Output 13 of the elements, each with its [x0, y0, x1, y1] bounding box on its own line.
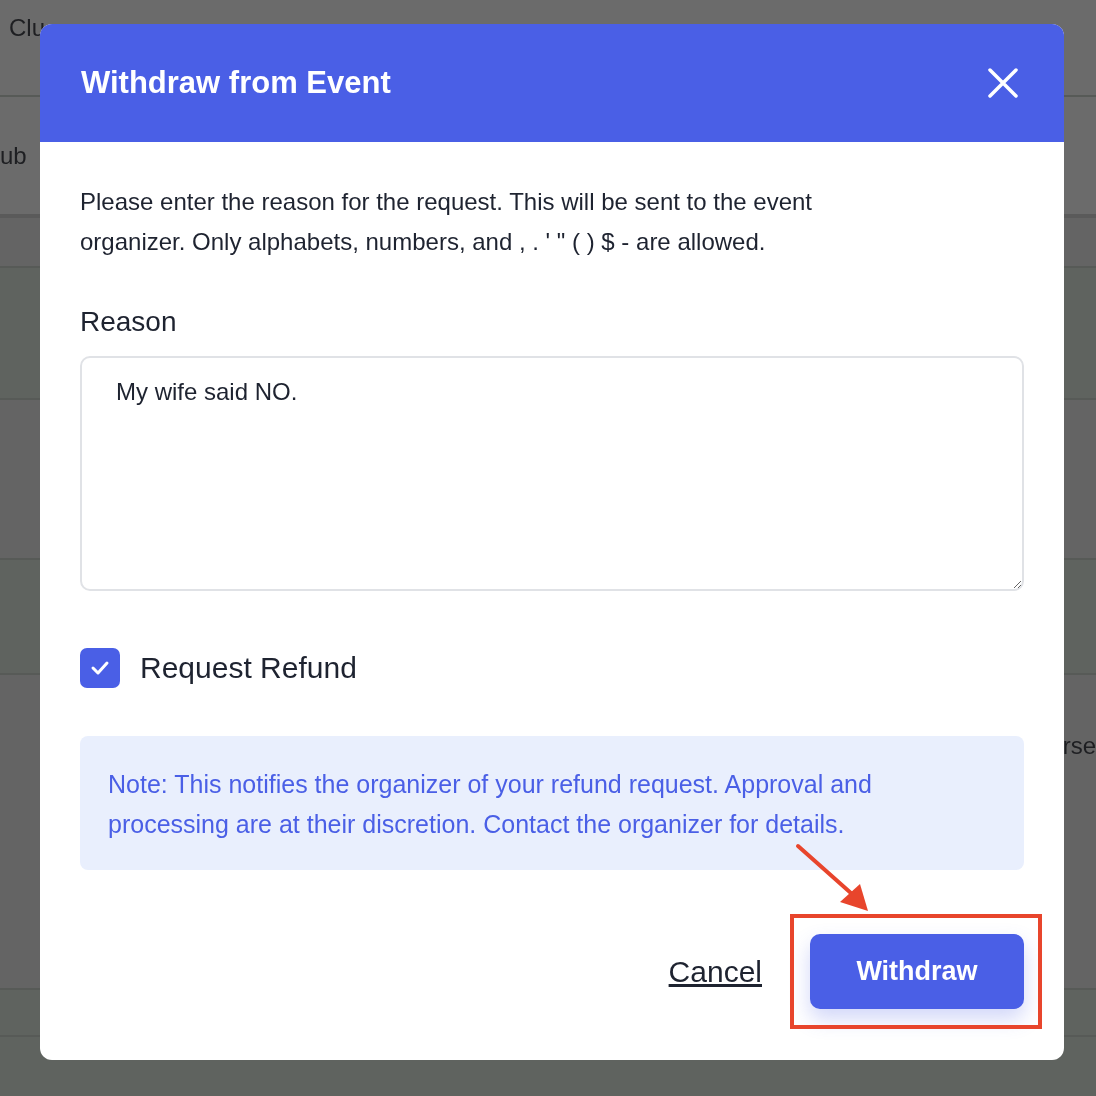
background-text: rse: [1062, 732, 1096, 761]
refund-checkbox[interactable]: [80, 648, 120, 688]
note-text: Note: This notifies the organizer of your refund request. Approval and processing are at their discretion. Contact the organizer for details.: [80, 736, 1024, 870]
withdraw-button[interactable]: Withdraw: [810, 934, 1024, 1009]
cancel-link[interactable]: Cancel: [668, 954, 762, 989]
dialog-title: Withdraw from Event: [81, 65, 391, 101]
instructions-text: Please enter the reason for the request. This will be sent to the event organizer. Only alphabets, numbers, and , . ' " ( ) $ - are allowed.: [80, 187, 813, 257]
background-text: ub: [0, 141, 27, 170]
reason-label: Reason: [80, 306, 178, 338]
refund-label: Request Refund: [140, 651, 357, 685]
check-icon: [90, 660, 110, 676]
close-icon[interactable]: [988, 68, 1018, 98]
reason-field[interactable]: My wife said NO.: [80, 356, 1024, 591]
